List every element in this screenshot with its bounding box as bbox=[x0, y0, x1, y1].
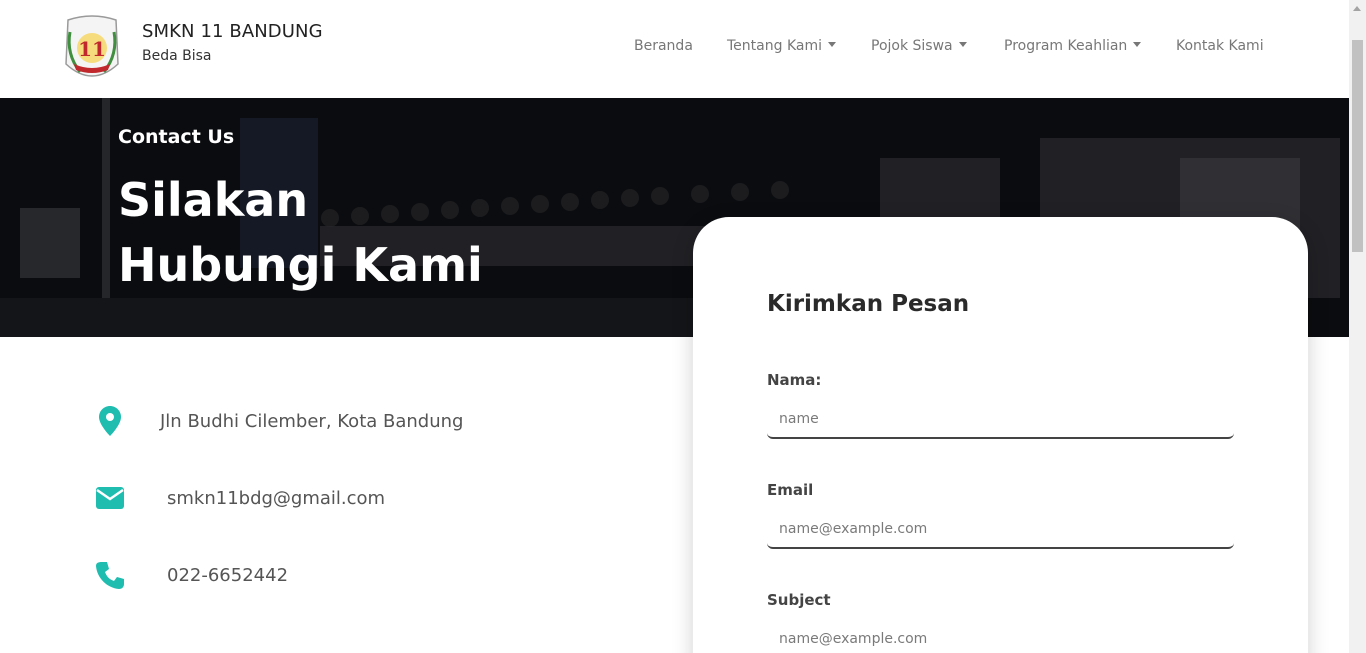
chevron-down-icon bbox=[1133, 42, 1142, 47]
email-label: Email bbox=[767, 481, 814, 499]
form-title: Kirimkan Pesan bbox=[767, 291, 970, 317]
brand-title[interactable]: SMKN 11 BANDUNG bbox=[142, 21, 323, 42]
scrollbar-thumb[interactable] bbox=[1352, 40, 1363, 252]
contact-phone[interactable]: 022-6652442 bbox=[167, 565, 288, 586]
envelope-icon bbox=[94, 482, 126, 514]
contact-address-row: Jln Budhi Cilember, Kota Bandung bbox=[94, 405, 463, 437]
name-input[interactable] bbox=[767, 401, 1234, 439]
school-logo[interactable]: 11 bbox=[62, 14, 122, 86]
email-input[interactable] bbox=[767, 511, 1234, 549]
chevron-down-icon bbox=[958, 42, 967, 47]
nav-item-tentang-kami[interactable]: Tentang Kami bbox=[727, 38, 836, 54]
contact-email[interactable]: smkn11bdg@gmail.com bbox=[167, 488, 385, 509]
contact-form-card: Kirimkan Pesan Nama: Email Subject bbox=[693, 217, 1308, 653]
subject-label: Subject bbox=[767, 591, 831, 609]
navbar: 11 SMKN 11 BANDUNG Beda Bisa Beranda Ten… bbox=[0, 0, 1349, 98]
logo-number: 11 bbox=[78, 37, 106, 61]
map-pin-icon bbox=[94, 405, 126, 437]
nav-item-pojok-siswa[interactable]: Pojok Siswa bbox=[871, 38, 967, 54]
contact-address: Jln Budhi Cilember, Kota Bandung bbox=[160, 410, 464, 432]
chevron-down-icon bbox=[827, 42, 836, 47]
page-scrollbar[interactable] bbox=[1349, 0, 1366, 653]
name-label: Nama: bbox=[767, 371, 822, 389]
nav-item-kontak-kami[interactable]: Kontak Kami bbox=[1176, 38, 1264, 54]
phone-icon bbox=[94, 559, 126, 591]
scroll-up-arrow-icon[interactable] bbox=[1353, 6, 1361, 11]
contact-email-row: smkn11bdg@gmail.com bbox=[94, 482, 385, 514]
brand-subtitle: Beda Bisa bbox=[142, 48, 212, 64]
contact-phone-row: 022-6652442 bbox=[94, 559, 288, 591]
hero-kicker: Contact Us bbox=[118, 126, 235, 148]
nav-item-program-keahlian[interactable]: Program Keahlian bbox=[1004, 38, 1142, 54]
hero-title: Silakan Hubungi Kami bbox=[118, 173, 483, 292]
subject-input[interactable] bbox=[767, 621, 1234, 653]
nav-item-beranda[interactable]: Beranda bbox=[634, 38, 693, 54]
